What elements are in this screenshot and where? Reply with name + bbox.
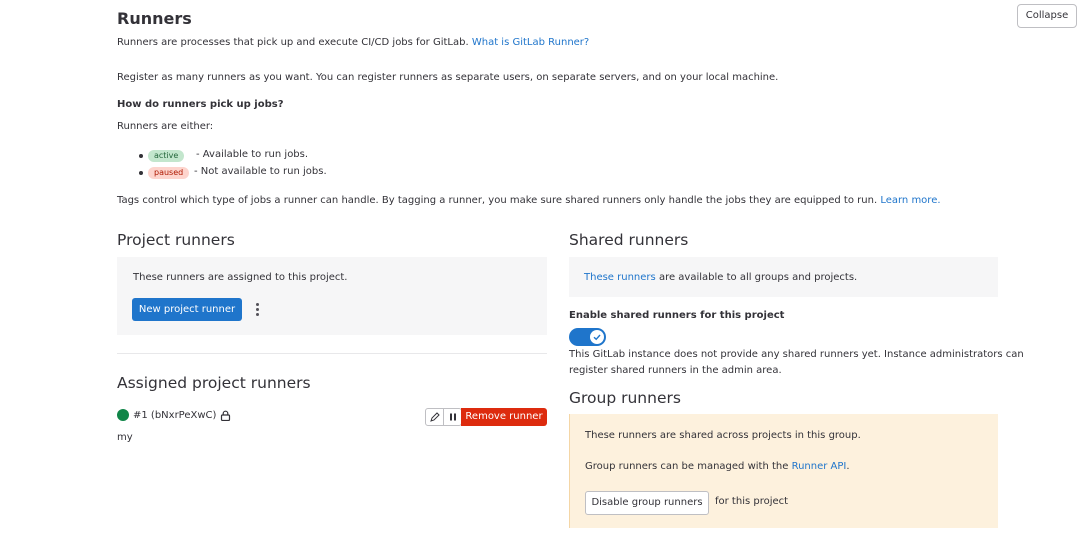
toggle-knob xyxy=(590,330,604,344)
shared-note-line2: register shared runners in the admin are… xyxy=(569,365,782,376)
runner-link[interactable]: #1 (bNxrPeXwC) xyxy=(133,410,216,421)
intro-paragraph: Runners are processes that pick up and e… xyxy=(117,37,589,48)
how-title: How do runners pick up jobs? xyxy=(117,99,284,110)
runner-actions-group xyxy=(425,408,462,426)
disable-group-runners-button[interactable]: Disable group runners xyxy=(585,491,709,515)
shared-note-line1: This GitLab instance does not provide an… xyxy=(569,349,1024,360)
pencil-icon xyxy=(430,412,440,422)
group-runners-desc2-prefix: Group runners can be managed with the xyxy=(585,461,789,472)
learn-more-link[interactable]: Learn more. xyxy=(880,195,940,206)
more-actions-icon[interactable] xyxy=(256,303,259,318)
runner-row: #1 (bNxrPeXwC) xyxy=(117,408,231,422)
collapse-button[interactable]: Collapse xyxy=(1017,4,1077,28)
tags-paragraph: Tags control which type of jobs a runner… xyxy=(117,195,941,206)
runner-description: my xyxy=(117,432,133,443)
pause-icon xyxy=(450,413,456,421)
period: . xyxy=(846,461,850,472)
status-badge-active: active xyxy=(148,150,185,162)
runner-api-link[interactable]: Runner API xyxy=(792,461,847,472)
shared-runners-title: Shared runners xyxy=(569,231,689,249)
online-status-icon xyxy=(117,409,129,421)
what-is-runner-link[interactable]: What is GitLab Runner? xyxy=(472,37,589,48)
paused-description: - Not available to run jobs. xyxy=(194,166,327,177)
group-runners-panel: These runners are shared across projects… xyxy=(569,414,998,528)
project-runners-panel: These runners are assigned to this proje… xyxy=(117,257,547,335)
divider xyxy=(117,353,547,354)
project-runners-description: These runners are assigned to this proje… xyxy=(133,272,348,283)
remove-runner-button[interactable]: Remove runner xyxy=(461,408,547,426)
register-text: Register as many runners as you want. Yo… xyxy=(117,72,779,83)
project-runners-title: Project runners xyxy=(117,231,235,249)
shared-runners-description-line: These runners are available to all group… xyxy=(584,272,857,283)
for-this-project-text: for this project xyxy=(715,496,789,507)
bullet xyxy=(139,154,143,158)
bullet xyxy=(139,171,143,175)
shared-runners-description: are available to all groups and projects… xyxy=(658,272,858,283)
page-title: Runners xyxy=(117,9,192,28)
tags-text: Tags control which type of jobs a runner… xyxy=(117,195,878,206)
intro-text: Runners are processes that pick up and e… xyxy=(117,37,469,48)
group-runners-title: Group runners xyxy=(569,389,681,407)
enable-shared-runners-toggle[interactable] xyxy=(569,328,606,346)
status-badge-paused: paused xyxy=(148,167,190,179)
active-description: - Available to run jobs. xyxy=(196,149,309,160)
lock-icon xyxy=(221,410,231,421)
shared-runners-panel: These runners are available to all group… xyxy=(569,257,998,297)
group-runners-desc2: Group runners can be managed with the Ru… xyxy=(585,461,850,472)
enable-shared-label: Enable shared runners for this project xyxy=(569,310,785,321)
either-text: Runners are either: xyxy=(117,121,214,132)
edit-button[interactable] xyxy=(426,409,444,425)
assigned-runners-title: Assigned project runners xyxy=(117,374,311,392)
new-project-runner-button[interactable]: New project runner xyxy=(132,298,242,321)
these-runners-link[interactable]: These runners xyxy=(584,272,656,283)
pause-button[interactable] xyxy=(444,409,462,425)
group-runners-desc1: These runners are shared across projects… xyxy=(585,430,861,441)
check-icon xyxy=(593,334,601,341)
